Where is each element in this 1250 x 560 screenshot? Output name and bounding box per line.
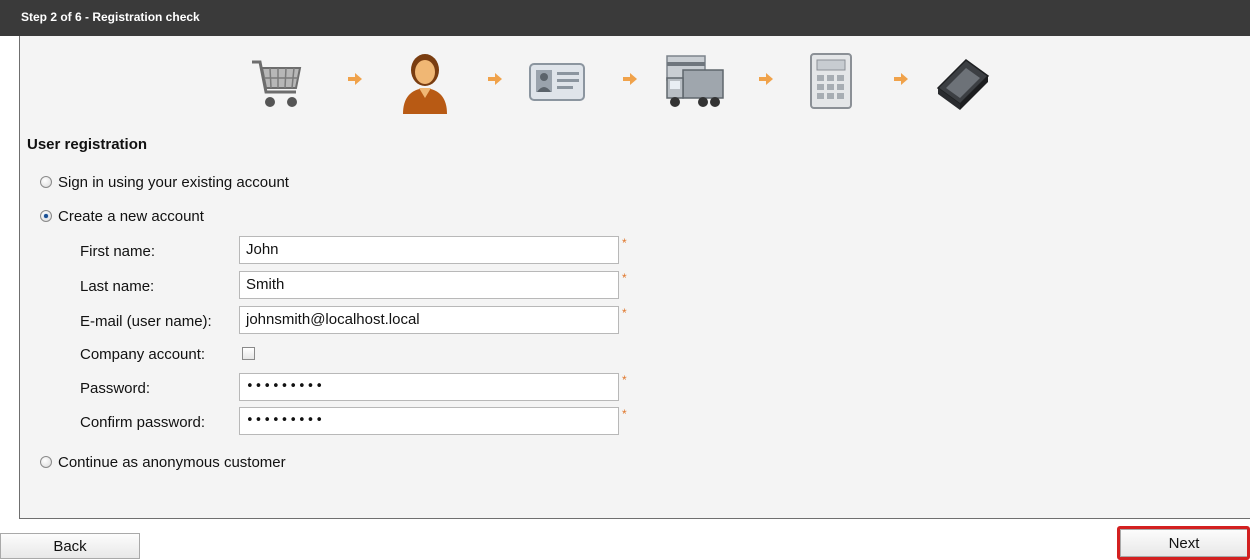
email-label: E-mail (user name):	[80, 313, 212, 330]
email-input[interactable]: johnsmith@localhost.local	[239, 306, 619, 334]
user-icon	[403, 54, 447, 114]
first-name-input[interactable]: John	[239, 236, 619, 264]
wizard-steps	[20, 36, 1250, 126]
calculator-icon	[810, 53, 852, 109]
option-sign-in-label: Sign in using your existing account	[58, 173, 289, 191]
registration-panel: User registration Sign in using your exi…	[19, 36, 1250, 519]
radio-anonymous[interactable]	[40, 456, 52, 468]
required-marker: *	[622, 306, 627, 320]
next-button-highlight	[1117, 526, 1250, 560]
company-account-label: Company account:	[80, 346, 206, 363]
required-marker: *	[622, 373, 627, 387]
radio-create-new[interactable]	[40, 210, 52, 222]
required-marker: *	[622, 236, 627, 250]
arrow-right-icon	[488, 73, 502, 85]
confirm-password-input[interactable]: •••••••••	[239, 407, 619, 435]
payment-device-icon	[936, 59, 990, 110]
id-card-icon	[529, 63, 585, 101]
required-marker: *	[622, 407, 627, 421]
option-create-new-label: Create a new account	[58, 207, 204, 225]
option-anonymous[interactable]: Continue as anonymous customer	[40, 453, 286, 471]
arrow-right-icon	[759, 73, 773, 85]
arrow-right-icon	[894, 73, 908, 85]
first-name-label: First name:	[80, 243, 156, 260]
last-name-label: Last name:	[80, 278, 155, 295]
required-marker: *	[622, 271, 627, 285]
shopping-cart-icon	[252, 60, 302, 107]
wizard-header: Step 2 of 6 - Registration check	[0, 0, 1250, 36]
company-account-checkbox[interactable]	[242, 347, 255, 360]
last-name-input[interactable]: Smith	[239, 271, 619, 299]
arrow-right-icon	[623, 73, 637, 85]
step-title: Step 2 of 6 - Registration check	[21, 10, 200, 24]
option-sign-in[interactable]: Sign in using your existing account	[40, 173, 289, 191]
option-create-new[interactable]: Create a new account	[40, 207, 204, 225]
section-title: User registration	[27, 136, 148, 153]
radio-sign-in[interactable]	[40, 176, 52, 188]
confirm-password-label: Confirm password:	[80, 414, 206, 431]
option-anonymous-label: Continue as anonymous customer	[58, 453, 286, 471]
password-label: Password:	[80, 380, 151, 397]
arrow-right-icon	[348, 73, 362, 85]
delivery-truck-icon	[666, 55, 724, 107]
password-input[interactable]: •••••••••	[239, 373, 619, 401]
back-button[interactable]: Back	[0, 533, 140, 559]
